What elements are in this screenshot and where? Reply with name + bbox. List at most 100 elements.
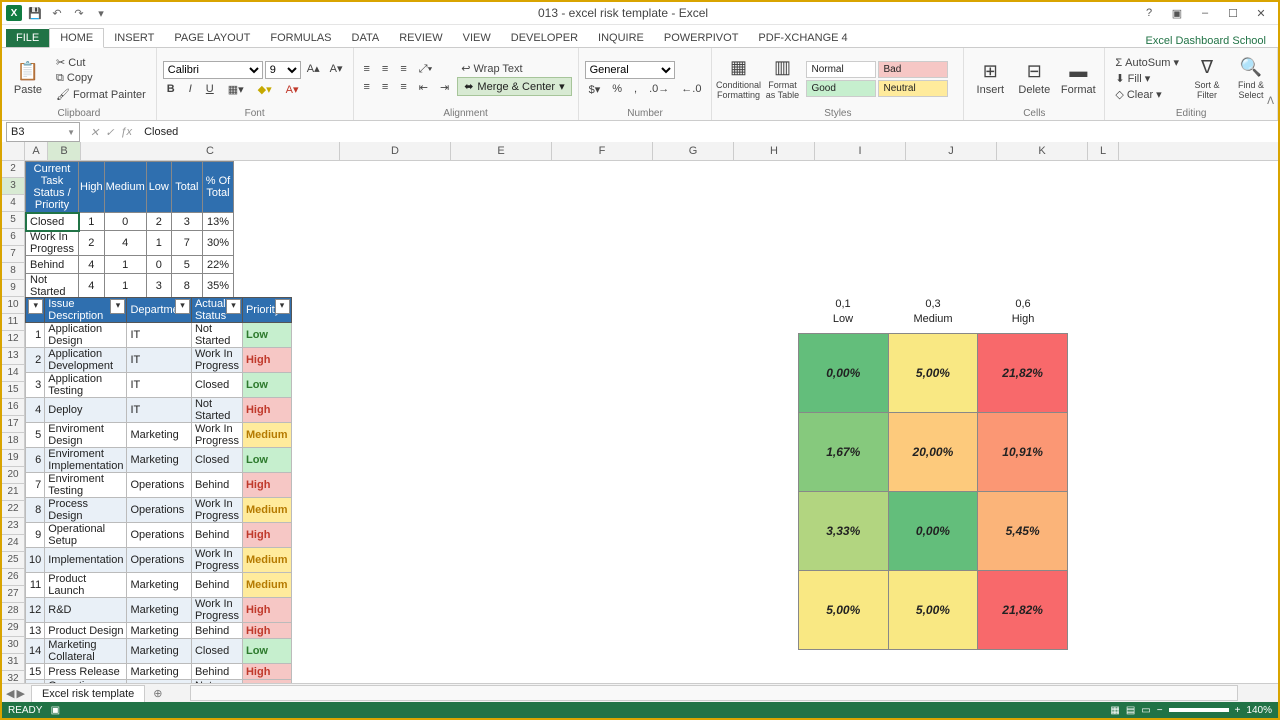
increase-indent-button[interactable]: ⇥ bbox=[436, 80, 453, 95]
table-row[interactable]: 4DeployITNot Started High bbox=[26, 398, 292, 423]
tab-developer[interactable]: DEVELOPER bbox=[501, 29, 588, 47]
filter-icon[interactable]: ▾ bbox=[175, 299, 190, 314]
macro-record-icon[interactable]: ▣ bbox=[51, 705, 60, 716]
insert-cells-button[interactable]: ⊞Insert bbox=[970, 61, 1010, 96]
paste-button[interactable]: 📋Paste bbox=[8, 61, 48, 96]
increase-decimal-button[interactable]: .0→ bbox=[645, 82, 673, 97]
tab-pdf-xchange[interactable]: PDF-XChange 4 bbox=[748, 29, 857, 47]
zoom-level[interactable]: 140% bbox=[1246, 705, 1272, 716]
row-header-14[interactable]: 14 bbox=[2, 365, 25, 382]
row-header-3[interactable]: 3 bbox=[2, 178, 25, 195]
table-row[interactable]: 11Product LaunchMarketingBehind Medium bbox=[26, 573, 292, 598]
row-header-2[interactable]: 2 bbox=[2, 161, 25, 178]
col-header-B[interactable]: B bbox=[48, 142, 81, 160]
merge-center-button[interactable]: ⬌ Merge & Center ▾ bbox=[457, 77, 571, 96]
comma-button[interactable]: , bbox=[630, 82, 641, 97]
filter-icon[interactable]: ▾ bbox=[226, 299, 241, 314]
tab-powerpivot[interactable]: POWERPIVOT bbox=[654, 29, 749, 47]
orientation-button[interactable]: ⤢▾ bbox=[415, 62, 436, 77]
format-painter-button[interactable]: 🖌 Format Painter bbox=[52, 87, 150, 102]
font-color-button[interactable]: A▾ bbox=[282, 82, 303, 97]
table-row[interactable]: 5Enviroment DesignMarketingWork In Progr… bbox=[26, 423, 292, 448]
wrap-text-button[interactable]: ↩ Wrap Text bbox=[457, 61, 571, 76]
autosum-button[interactable]: Σ AutoSum ▾ bbox=[1111, 55, 1183, 70]
filter-icon[interactable]: ▾ bbox=[28, 299, 43, 314]
fx-icon[interactable]: ƒx bbox=[120, 126, 132, 138]
col-header-K[interactable]: K bbox=[997, 142, 1088, 160]
col-header-E[interactable]: E bbox=[451, 142, 552, 160]
tab-data[interactable]: DATA bbox=[342, 29, 390, 47]
col-header-G[interactable]: G bbox=[653, 142, 734, 160]
border-button[interactable]: ▦▾ bbox=[224, 82, 248, 97]
table-row[interactable]: 9Operational SetupOperationsBehind High bbox=[26, 523, 292, 548]
horizontal-scrollbar[interactable] bbox=[190, 685, 1238, 701]
name-box[interactable]: B3▼ bbox=[6, 122, 80, 142]
style-neutral[interactable]: Neutral bbox=[878, 80, 948, 97]
row-header-10[interactable]: 10 bbox=[2, 297, 25, 314]
zoom-in-button[interactable]: + bbox=[1235, 705, 1241, 716]
row-header-27[interactable]: 27 bbox=[2, 586, 25, 603]
table-row[interactable]: 8Process DesignOperationsWork In Progres… bbox=[26, 498, 292, 523]
row-header-29[interactable]: 29 bbox=[2, 620, 25, 637]
style-normal[interactable]: Normal bbox=[806, 61, 876, 78]
align-bottom-button[interactable]: ≡ bbox=[396, 62, 410, 77]
clear-button[interactable]: ◇ Clear ▾ bbox=[1111, 87, 1183, 102]
table-row[interactable]: 13Product DesignMarketingBehind High bbox=[26, 623, 292, 639]
column-headers[interactable]: ABCDEFGHIJKL bbox=[2, 142, 1278, 161]
qat-redo-icon[interactable]: ↷ bbox=[70, 4, 88, 22]
tab-insert[interactable]: INSERT bbox=[104, 29, 164, 47]
table-row[interactable]: 3Application TestingITClosed Low bbox=[26, 373, 292, 398]
table-row[interactable]: 2Application DevelopmentITWork In Progre… bbox=[26, 348, 292, 373]
row-header-8[interactable]: 8 bbox=[2, 263, 25, 280]
increase-font-button[interactable]: A▴ bbox=[303, 61, 324, 79]
table-row[interactable]: 14Marketing CollateralMarketingClosed Lo… bbox=[26, 639, 292, 664]
col-header-H[interactable]: H bbox=[734, 142, 815, 160]
font-name-select[interactable]: Calibri bbox=[163, 61, 263, 79]
row-header-20[interactable]: 20 bbox=[2, 467, 25, 484]
qat-save-icon[interactable]: 💾 bbox=[26, 4, 44, 22]
decrease-font-button[interactable]: A▾ bbox=[326, 61, 347, 79]
tab-file[interactable]: FILE bbox=[6, 29, 49, 47]
zoom-slider[interactable] bbox=[1169, 708, 1229, 712]
col-header-J[interactable]: J bbox=[906, 142, 997, 160]
font-size-select[interactable]: 9 bbox=[265, 61, 301, 79]
tab-inquire[interactable]: INQUIRE bbox=[588, 29, 654, 47]
fill-color-button[interactable]: ◆▾ bbox=[254, 82, 276, 97]
bold-button[interactable]: B bbox=[163, 82, 179, 97]
row-header-13[interactable]: 13 bbox=[2, 348, 25, 365]
row-header-7[interactable]: 7 bbox=[2, 246, 25, 263]
sheet-tab[interactable]: Excel risk template bbox=[31, 685, 145, 702]
cancel-formula-icon[interactable]: ✕ bbox=[90, 126, 99, 139]
table-row[interactable]: 7Enviroment TestingOperationsBehind High bbox=[26, 473, 292, 498]
row-header-26[interactable]: 26 bbox=[2, 569, 25, 586]
account-link[interactable]: Excel Dashboard School bbox=[1146, 35, 1274, 47]
row-header-25[interactable]: 25 bbox=[2, 552, 25, 569]
minimize-button[interactable]: – bbox=[1192, 4, 1218, 22]
row-header-24[interactable]: 24 bbox=[2, 535, 25, 552]
filter-icon[interactable]: ▾ bbox=[110, 299, 125, 314]
row-header-15[interactable]: 15 bbox=[2, 382, 25, 399]
style-good[interactable]: Good bbox=[806, 80, 876, 97]
view-normal-icon[interactable]: ▦ bbox=[1110, 705, 1119, 716]
align-top-button[interactable]: ≡ bbox=[360, 62, 374, 77]
col-header-D[interactable]: D bbox=[340, 142, 451, 160]
row-header-12[interactable]: 12 bbox=[2, 331, 25, 348]
row-header-11[interactable]: 11 bbox=[2, 314, 25, 331]
format-cells-button[interactable]: ▬Format bbox=[1058, 61, 1098, 96]
table-row[interactable]: 6Enviroment ImplementationMarketingClose… bbox=[26, 448, 292, 473]
col-header-A[interactable]: A bbox=[25, 142, 48, 160]
align-left-button[interactable]: ≡ bbox=[360, 80, 374, 95]
row-header-6[interactable]: 6 bbox=[2, 229, 25, 246]
table-row[interactable]: 10ImplementationOperationsWork In Progre… bbox=[26, 548, 292, 573]
copy-button[interactable]: ⧉ Copy bbox=[52, 71, 150, 86]
new-sheet-button[interactable]: ⊕ bbox=[145, 687, 170, 700]
row-header-17[interactable]: 17 bbox=[2, 416, 25, 433]
row-headers[interactable]: 2345678910111213141516171819202122232425… bbox=[2, 161, 25, 684]
row-header-30[interactable]: 30 bbox=[2, 637, 25, 654]
delete-cells-button[interactable]: ⊟Delete bbox=[1014, 61, 1054, 96]
row-header-5[interactable]: 5 bbox=[2, 212, 25, 229]
row-header-18[interactable]: 18 bbox=[2, 433, 25, 450]
cut-button[interactable]: ✂ Cut bbox=[52, 55, 150, 70]
row-header-28[interactable]: 28 bbox=[2, 603, 25, 620]
underline-button[interactable]: U bbox=[202, 82, 218, 97]
